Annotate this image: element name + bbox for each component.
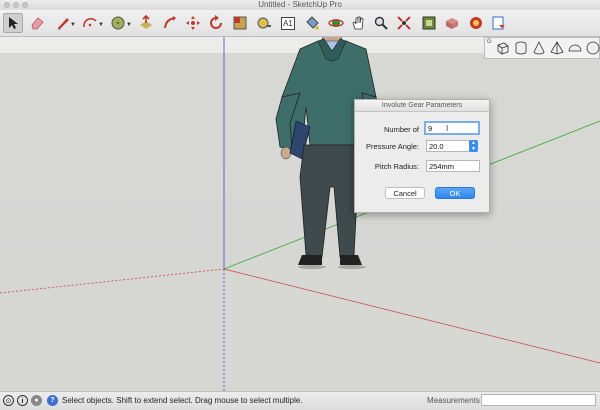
circle-icon (111, 16, 125, 30)
shapes-tool-button[interactable] (108, 13, 128, 33)
pan-tool-button[interactable] (348, 13, 368, 33)
axes-layer (0, 37, 600, 391)
rotate-tool-button[interactable] (206, 13, 226, 33)
toolbar-grip-icon[interactable]: G (487, 39, 492, 45)
dome-icon[interactable] (567, 40, 583, 56)
send-to-layout-button[interactable] (489, 13, 509, 33)
status-bar: ⊙ i ● ? Select objects. Shift to extend … (0, 391, 600, 410)
text-tool-button[interactable]: A1 (278, 13, 298, 33)
pencil-icon (58, 18, 69, 30)
red-axis-dotted (0, 268, 225, 294)
sphere-icon[interactable] (585, 40, 600, 56)
pressure-angle-value: 20.0 (429, 142, 444, 151)
cancel-button[interactable]: Cancel (385, 187, 425, 199)
hand-icon (352, 16, 364, 30)
move-tool-button[interactable] (183, 13, 203, 33)
dialog-title: Involute Gear Parameters (355, 100, 489, 112)
pitch-radius-value: 254mm (429, 162, 455, 171)
window-titlebar: Untitled - SketchUp Pro (0, 0, 600, 10)
extension-warehouse-button[interactable] (466, 13, 486, 33)
zoom-extents-tool-button[interactable] (394, 13, 414, 33)
push-pull-tool-button[interactable] (136, 13, 156, 33)
shapes-floating-toolbar: G (484, 37, 600, 59)
involute-gear-dialog: Involute Gear Parameters Number of 9 I P… (354, 99, 490, 213)
pitch-radius-input[interactable]: 254mm (426, 160, 480, 172)
red-axis (223, 268, 600, 364)
eraser-tool-button[interactable] (27, 13, 47, 33)
paint-bucket-icon (306, 16, 319, 30)
modeling-viewport[interactable] (0, 37, 600, 391)
scale-tool-button[interactable] (230, 13, 250, 33)
move-arrows-icon (186, 16, 200, 30)
close-window-button[interactable] (4, 2, 10, 8)
zoom-window-button[interactable] (22, 2, 28, 8)
chevron-down-icon[interactable]: ▼ (98, 22, 104, 28)
magnifier-icon (374, 16, 388, 30)
select-tool-button[interactable] (3, 13, 23, 33)
main-toolbar: ▼ ▼ ▼ A1 (0, 10, 600, 37)
pressure-angle-label: Pressure Angle: (366, 142, 419, 151)
tape-measure-icon (257, 17, 271, 29)
warehouse-button[interactable] (419, 13, 439, 33)
scale-icon (233, 16, 247, 30)
number-of-teeth-value: 9 (428, 124, 433, 133)
follow-me-tool-button[interactable] (160, 13, 180, 33)
box-icon[interactable] (495, 40, 511, 56)
measurements-label: Measurements (427, 396, 480, 405)
status-message: Select objects. Shift to extend select. … (62, 396, 303, 405)
geo-location-icon[interactable]: ⊙ (3, 395, 14, 406)
arrow-cursor-icon (9, 17, 18, 29)
ok-button[interactable]: OK (435, 187, 475, 199)
tape-measure-tool-button[interactable] (254, 13, 274, 33)
rotate-icon (210, 15, 222, 29)
arc-icon (83, 17, 97, 28)
components-icon (446, 18, 458, 29)
arc-tool-button[interactable] (80, 13, 100, 33)
push-pull-icon (140, 15, 152, 29)
layout-icon (492, 16, 505, 30)
eraser-icon (31, 17, 44, 30)
orbit-icon (328, 19, 344, 27)
warehouse-icon (422, 16, 436, 30)
pyramid-icon[interactable] (549, 40, 565, 56)
measurements-input[interactable] (481, 394, 596, 406)
cone-icon[interactable] (531, 40, 547, 56)
info-icon[interactable]: i (17, 395, 28, 406)
user-account-icon[interactable]: ● (31, 395, 42, 406)
zoom-extents-icon (397, 16, 411, 30)
pitch-radius-label: Pitch Radius: (374, 162, 419, 171)
help-icon[interactable]: ? (47, 395, 58, 406)
number-of-teeth-input[interactable]: 9 I (424, 121, 480, 135)
paint-bucket-tool-button[interactable] (302, 13, 322, 33)
extension-icon (470, 17, 482, 29)
number-of-teeth-label: Number of (383, 125, 419, 134)
cylinder-icon[interactable] (513, 40, 529, 56)
pressure-angle-stepper[interactable]: ▲ ▼ (469, 140, 478, 152)
chevron-down-icon[interactable]: ▼ (70, 22, 76, 28)
zoom-tool-button[interactable] (371, 13, 391, 33)
chevron-down-icon[interactable]: ▼ (126, 22, 132, 28)
text-icon: A1 (281, 16, 295, 30)
text-cursor-icon: I (446, 124, 449, 133)
window-title: Untitled - SketchUp Pro (258, 0, 342, 9)
follow-me-icon (164, 16, 176, 29)
orbit-tool-button[interactable] (326, 13, 346, 33)
chevron-down-icon: ▼ (471, 146, 476, 152)
components-button[interactable] (442, 13, 462, 33)
minimize-window-button[interactable] (13, 2, 19, 8)
pressure-angle-select[interactable]: 20.0 (426, 140, 470, 152)
